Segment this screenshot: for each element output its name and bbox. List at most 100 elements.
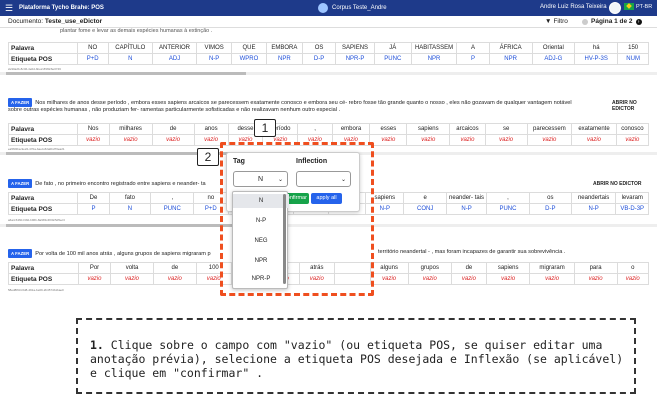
pos-tag-cell[interactable]: NUM (617, 53, 649, 65)
pos-tag-cell[interactable]: vazio (615, 134, 650, 146)
pos-tag-cell[interactable]: vazio (484, 134, 528, 146)
token-cell: , (486, 192, 530, 204)
pos-tag-cell[interactable]: HV-P-3S (574, 53, 619, 65)
inflection-select[interactable]: ⌄ (296, 171, 351, 187)
hamburger-icon[interactable]: ☰ (3, 3, 15, 14)
tag-option[interactable]: NPR (233, 254, 289, 268)
word-row-label: Palavra (8, 123, 78, 135)
pos-tag-cell[interactable]: vazio (485, 273, 531, 285)
tag-select-value: N (257, 175, 264, 183)
pagination[interactable]: Página 1 de 2 › (582, 18, 642, 25)
pos-tag-cell[interactable]: P (77, 203, 110, 215)
token-cell: arcaicos (449, 123, 486, 135)
token-cell: SAPIENS (335, 42, 375, 54)
pos-tag-cell[interactable]: D-P (528, 203, 572, 215)
pos-tag-cell[interactable]: vazio (573, 273, 618, 285)
user-name[interactable]: Andre Luiz Rosa Teixeira (540, 4, 607, 10)
pos-tag-cell[interactable]: NPR (265, 53, 303, 65)
pos-tag-cell[interactable]: ADJ-G (531, 53, 576, 65)
pos-tag-cell[interactable]: PUNC (486, 203, 530, 215)
token-cell: migraram (529, 262, 575, 274)
token-cell: sapiens (485, 262, 531, 274)
sentence-text-tail: território neandertal - , mas foram inca… (378, 249, 566, 255)
pos-tag-cell[interactable]: CONJ (403, 203, 448, 215)
pos-tag-cell[interactable]: WPRO (231, 53, 267, 65)
token-cell: , (150, 192, 195, 204)
pos-tag-cell[interactable]: N-P (446, 203, 488, 215)
pos-tag-cell[interactable]: vazio (526, 134, 573, 146)
apply-all-button[interactable]: apply all (311, 193, 342, 204)
corpus-selector[interactable]: Corpus Teste_Andre (318, 3, 387, 13)
token-table: Palavra NO CAPÍTULO ANTERIOR VIMOS QUE EMBORA O… (8, 42, 649, 65)
pos-tag-cell[interactable]: vazio (616, 273, 649, 285)
pos-tag-cell[interactable]: D-P (301, 53, 337, 65)
corpus-name: Corpus Teste_Andre (332, 5, 387, 11)
instruction-note: 1. Clique sobre o campo com "vazio" (ou … (76, 318, 636, 394)
pos-tag-cell[interactable]: P (456, 53, 490, 65)
status-badge[interactable]: A FAZER (8, 98, 33, 107)
token-cell: anos (193, 123, 229, 135)
pos-tag-cell[interactable]: vazio (407, 273, 452, 285)
tag-option[interactable]: NEG (233, 234, 289, 248)
token-cell: CAPÍTULO (107, 42, 153, 54)
scrollbar-thumb[interactable] (6, 72, 246, 75)
language-selector[interactable]: PT-BR (624, 3, 652, 10)
pos-tag-cell[interactable]: NPR-P (335, 53, 375, 65)
pos-tag-cell[interactable]: vazio (529, 273, 575, 285)
token-cell: milhares (108, 123, 153, 135)
pos-tag-cell[interactable]: NPR (410, 53, 458, 65)
pos-tag-cell[interactable]: VB-D-3P (615, 203, 649, 215)
next-page-button[interactable]: › (635, 18, 642, 25)
status-badge[interactable]: A FAZER (8, 179, 33, 188)
filter-button[interactable]: ▼ Filtro (545, 18, 568, 25)
pos-tag-cell[interactable]: N-P (196, 53, 233, 65)
token-cell: Oriental (531, 42, 576, 54)
tag-select[interactable]: N ⌄ (233, 171, 288, 187)
pos-tag-cell[interactable]: vazio (152, 273, 197, 285)
pos-tag-cell[interactable]: PUNC (150, 203, 195, 215)
pos-tag-cell[interactable]: vazio (369, 273, 409, 285)
status-badge[interactable]: A FAZER (8, 249, 33, 258)
pos-tag-cell[interactable]: N (108, 203, 152, 215)
token-cell: neandertais (570, 192, 617, 204)
pos-tag-cell[interactable]: PUNC (373, 53, 412, 65)
scrollbar-thumb[interactable] (6, 224, 246, 227)
pos-tag-cell[interactable]: N-P (570, 203, 617, 215)
pos-tag-cell[interactable]: vazio (110, 273, 154, 285)
pos-tag-cell[interactable]: vazio (406, 134, 451, 146)
pos-tag-cell[interactable]: vazio (151, 134, 195, 146)
pos-tag-cell[interactable]: vazio (76, 134, 110, 146)
prev-page-button[interactable] (582, 18, 588, 25)
horizontal-scrollbar[interactable] (0, 72, 657, 75)
sentence-content: Nos milhares de anos desse período , emb… (8, 99, 572, 113)
token-cell: VIMOS (196, 42, 233, 54)
tag-label: Tag (233, 158, 245, 165)
dropdown-scrollbar[interactable] (283, 194, 286, 284)
avatar[interactable] (609, 2, 621, 14)
open-in-edictor-button[interactable]: ABRIR NO EDICTOR (593, 181, 642, 187)
pos-tag-cell[interactable]: vazio (449, 134, 486, 146)
top-bar: ☰ Plataforma Tycho Brahe: POS Corpus Tes… (0, 0, 657, 16)
token-cell: de (152, 262, 197, 274)
pos-tag-cell[interactable]: vazio (108, 134, 153, 146)
open-in-edictor-button[interactable]: ABRIR NO EDICTOR (612, 100, 646, 112)
pos-tag-cell[interactable]: ADJ (151, 53, 198, 65)
pos-tag-cell[interactable]: N (107, 53, 153, 65)
document-label: Documento: (8, 18, 44, 25)
language-code: PT-BR (636, 3, 653, 10)
pos-tag-cell[interactable]: vazio (571, 134, 617, 146)
filter-label: Filtro (553, 18, 568, 25)
pos-tag-cell[interactable]: vazio (77, 273, 112, 285)
chevron-down-icon: ⌄ (340, 176, 346, 183)
pos-tag-cell[interactable]: NPR (488, 53, 533, 65)
pos-tag-cell[interactable]: vazio (369, 134, 408, 146)
pos-tag-cell[interactable]: vazio (450, 273, 487, 285)
inflection-label: Inflection (296, 158, 328, 165)
tag-option[interactable]: N (233, 194, 289, 208)
app-title: Plataforma Tycho Brahe: POS (19, 5, 104, 11)
tag-option[interactable]: NPR-P (233, 272, 289, 286)
token-cell: grupos (407, 262, 452, 274)
tag-option[interactable]: N-P (233, 214, 289, 228)
token-cell: de (151, 123, 195, 135)
pos-tag-cell[interactable]: P+D (76, 53, 109, 65)
